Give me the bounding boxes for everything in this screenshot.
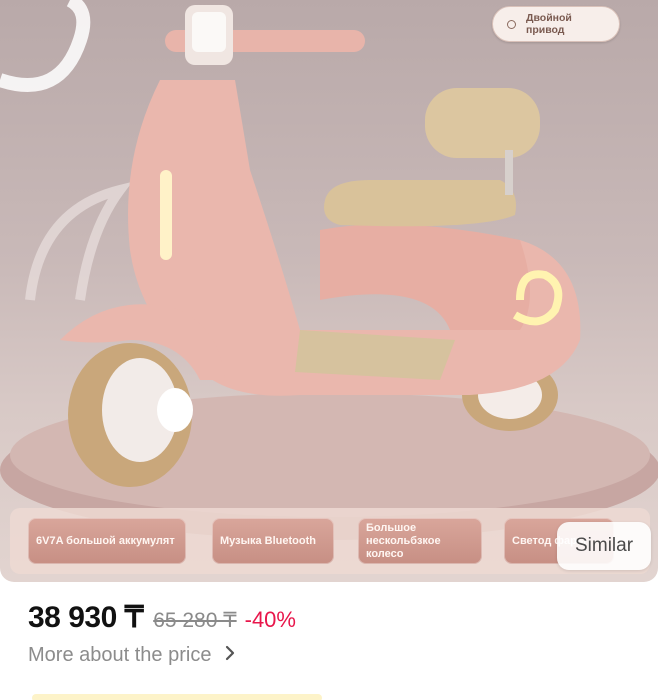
feature-wheel: Большое нескольбзкое колесо [358, 518, 482, 564]
more-about-price-link[interactable]: More about the price [28, 642, 235, 668]
feature-battery: 6V7A большой аккумулят [28, 518, 186, 564]
dual-drive-badge: Двойной привод [492, 6, 620, 42]
feature-label: Большое нескольбзкое колесо [366, 521, 441, 560]
product-image[interactable]: Двойной привод 6V7A большой аккумулят Му… [0, 0, 658, 582]
circle-icon [507, 19, 516, 29]
chevron-right-icon [225, 645, 235, 666]
feature-bluetooth: Музыка Bluetooth [212, 518, 334, 564]
discount-badge: -40% [244, 607, 296, 632]
scooter-illustration [0, 0, 658, 540]
old-price: 65 280 ₸ [153, 609, 237, 632]
feature-label: Музыка Bluetooth [220, 534, 316, 547]
promo-strip [32, 694, 322, 700]
more-about-price-label: More about the price [28, 643, 212, 666]
feature-strip: 6V7A большой аккумулят Музыка Bluetooth … [10, 508, 650, 574]
feature-label: 6V7A большой аккумулят [36, 534, 175, 547]
price-row: 38 930 ₸ 65 280 ₸ -40% [28, 600, 296, 640]
similar-button[interactable]: Similar [557, 522, 651, 570]
current-price: 38 930 ₸ [28, 601, 144, 634]
badge-label: Двойной привод [526, 12, 572, 36]
